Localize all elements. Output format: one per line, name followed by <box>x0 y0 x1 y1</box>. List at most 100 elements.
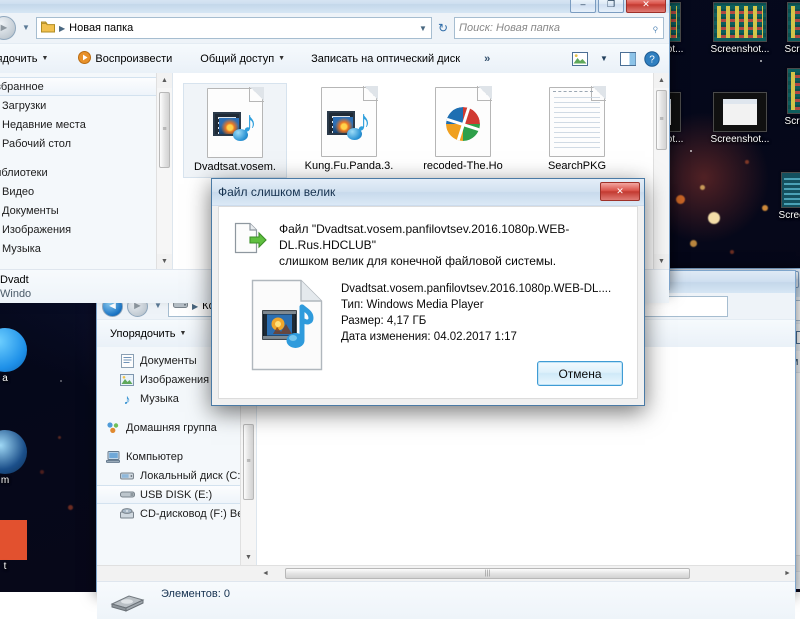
dialog-close-button[interactable]: ✕ <box>600 182 640 201</box>
dialog-file-type: Тип: Windows Media Player <box>341 299 484 311</box>
hscroll-thumb[interactable]: ||| <box>285 568 690 579</box>
desktop-icon-left-t[interactable]: t <box>0 520 40 572</box>
desktop-icon-label: a <box>2 373 8 384</box>
dialog-file-size: Размер: 4,17 ГБ <box>341 315 427 327</box>
content-scroll-track[interactable]: ≡ <box>654 88 669 254</box>
desktop-icon-screenshot[interactable]: Screenshot... <box>768 2 800 56</box>
file-tile[interactable]: recoded-The.Ho <box>411 83 515 178</box>
sidebar-item-cd-drive-f[interactable]: CD-дисковод (F:) Beeline <box>97 504 256 523</box>
sidebar-label: Документы <box>140 354 197 367</box>
music-icon: ♪ <box>123 390 131 407</box>
sidebar-label: Рабочий стол <box>2 137 72 150</box>
cancel-button[interactable]: Отмена <box>537 361 623 386</box>
scroll-up-arrow[interactable]: ▲ <box>658 73 665 88</box>
burn-button[interactable]: Записать на оптический диск <box>304 50 467 68</box>
window2-hscrollbar[interactable]: ◄ ||| ► <box>97 565 795 581</box>
hscroll-track[interactable]: ||| <box>273 566 780 581</box>
dashed-edge <box>553 91 593 95</box>
note-ball <box>233 129 248 141</box>
organize-button[interactable]: Упорядочить ▼ <box>103 325 193 343</box>
search-input[interactable]: Поиск: Новая папка <box>459 22 649 34</box>
scroll-down-arrow[interactable]: ▼ <box>161 254 168 269</box>
history-dropdown-icon[interactable]: ▼ <box>20 19 32 38</box>
scroll-left-arrow[interactable]: ◄ <box>258 570 273 577</box>
file-tile[interactable]: ♪ Kung.Fu.Panda.3. <box>297 83 401 178</box>
chevron-down-icon[interactable]: ▼ <box>419 24 427 33</box>
media-file-icon <box>249 277 325 373</box>
dialog-controls: ✕ <box>600 182 640 201</box>
sidebar-item-recent-places[interactable]: Недавние места <box>0 115 172 134</box>
window1-toolbar[interactable]: Упорядочить ▼ Воспроизвести Общий доступ… <box>0 43 669 73</box>
media-file-icon: ♪ <box>321 86 378 157</box>
search-icon[interactable]: ⌕ <box>648 20 663 35</box>
minimize-button[interactable]: – <box>570 0 596 13</box>
desktop-icon-left-a[interactable]: a <box>0 328 40 384</box>
sidebar-item-computer[interactable]: Компьютер <box>97 447 256 466</box>
sidebar-item-documents[interactable]: Документы <box>0 201 172 220</box>
refresh-icon[interactable]: ↻ <box>436 21 450 35</box>
desktop-icon-label: t <box>3 561 7 572</box>
file-tile[interactable]: ♪ Dvadtsat.vosem. <box>183 83 287 178</box>
maximize-button[interactable]: ❐ <box>598 0 624 13</box>
view-icon[interactable] <box>569 49 591 69</box>
help-icon[interactable]: ? <box>641 49 663 69</box>
dialog-file-info: Dvadtsat.vosem.panfilovtsev.2016.1080p.W… <box>219 269 637 373</box>
sidebar-item-pictures[interactable]: Изображения <box>0 220 172 239</box>
sidebar-item-desktop[interactable]: Рабочий стол <box>0 134 172 153</box>
chevron-down-icon[interactable]: ▼ <box>593 49 615 69</box>
forward-button[interactable]: ► <box>0 16 16 40</box>
sidebar-item-homegroup[interactable]: Домашняя группа <box>97 418 256 437</box>
text-file-icon <box>549 86 606 157</box>
window1-titlebar[interactable]: – ❐ ✕ <box>0 0 669 13</box>
sidebar-label: Изображения <box>2 223 72 236</box>
scroll-up-arrow[interactable]: ▲ <box>161 73 168 88</box>
window1-address-bar[interactable]: ◄ ► ▼ ▶ Новая папка ▼ ↻ Поиск: Новая пап… <box>0 13 669 43</box>
sidebar-item-usb-disk-e[interactable]: USB DISK (E:) <box>97 485 256 504</box>
screenshot-thumbnail <box>713 2 767 42</box>
sidebar-item-local-disk-c[interactable]: Локальный диск (C:) <box>97 466 256 485</box>
content-scroll-thumb[interactable]: ≡ <box>656 90 667 150</box>
desktop-icon-left-m[interactable]: m <box>0 430 40 486</box>
folder-icon <box>41 21 55 36</box>
sidebar-item-libraries[interactable]: Библиотеки <box>0 163 172 182</box>
sidebar-label: Домашняя группа <box>126 421 217 434</box>
play-button[interactable]: Воспроизвести <box>71 48 179 70</box>
share-button[interactable]: Общий доступ ▼ <box>193 50 292 68</box>
desktop-icon-screenshot[interactable]: Screenshot... <box>768 68 800 128</box>
organize-button[interactable]: Упорядочить ▼ <box>0 50 55 68</box>
file-too-large-dialog[interactable]: Файл слишком велик ✕ Файл "Dvadtsat.vose… <box>211 178 645 406</box>
sidebar-item-video[interactable]: Видео <box>0 182 172 201</box>
scroll-down-arrow[interactable]: ▼ <box>658 254 665 269</box>
scroll-right-arrow[interactable]: ► <box>780 570 795 577</box>
toolbar-overflow-button[interactable]: » <box>477 50 497 68</box>
close-button[interactable]: ✕ <box>626 0 666 13</box>
window1-nav-pane[interactable]: ★ Избранное Загрузки Недавние места Раб <box>0 73 173 269</box>
sidebar-item-downloads[interactable]: Загрузки <box>0 96 172 115</box>
preview-pane-icon[interactable] <box>617 49 639 69</box>
cd-icon <box>119 506 135 522</box>
desktop-icon-screenshot[interactable]: Screenshot... <box>762 172 800 222</box>
screenshot-thumbnail <box>713 92 767 132</box>
scroll-down-arrow[interactable]: ▼ <box>245 550 252 565</box>
app-icon <box>0 430 27 474</box>
window1-content-scrollbar[interactable]: ▲ ≡ ▼ <box>653 73 669 269</box>
sidebar-item-music[interactable]: ♪ Музыка <box>0 239 172 258</box>
nav-scroll-track[interactable]: ≡ <box>157 88 172 254</box>
nav-scroll-thumb[interactable]: ≡ <box>159 92 170 168</box>
file-name: Kung.Fu.Panda.3. <box>304 160 394 172</box>
ember <box>40 470 44 474</box>
window1-breadcrumb[interactable]: ▶ Новая папка ▼ <box>36 17 432 39</box>
dialog-titlebar[interactable]: Файл слишком велик ✕ <box>212 179 644 206</box>
window1-search-box[interactable]: Поиск: Новая папка ⌕ <box>454 17 664 39</box>
sidebar-label: Изображения <box>140 373 210 386</box>
sidebar-label: Музыка <box>2 242 41 255</box>
file-tile[interactable]: SearchPKG <box>525 83 629 178</box>
details-subtitle: Windo <box>0 287 32 300</box>
nav-scroll-thumb[interactable]: ≡ <box>243 424 254 500</box>
sidebar-item-favorites[interactable]: ★ Избранное <box>0 77 172 96</box>
sidebar-label: Загрузки <box>2 99 47 112</box>
svg-text:?: ? <box>649 54 655 65</box>
note-ball <box>347 128 362 140</box>
dialog-message: Файл "Dvadtsat.vosem.panfilovtsev.2016.1… <box>279 221 623 269</box>
window1-nav-scrollbar[interactable]: ▲ ≡ ▼ <box>156 73 172 269</box>
